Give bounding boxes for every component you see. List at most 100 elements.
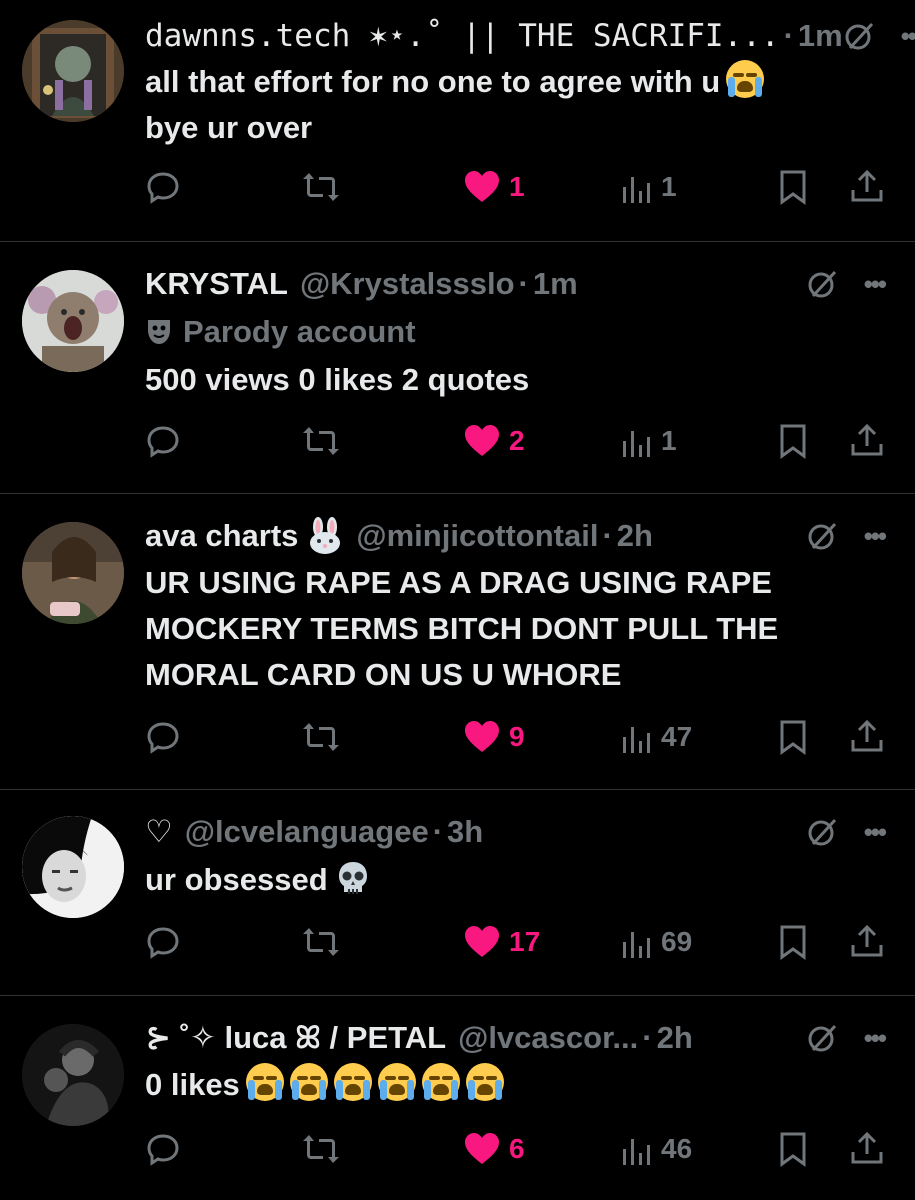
user-handle[interactable]: @lcvelanguagee bbox=[185, 812, 429, 852]
retweet-icon bbox=[303, 723, 339, 751]
tweet-4[interactable]: ♡ @lcvelanguagee · 3h ••• ur obsessed 17 bbox=[0, 790, 915, 996]
user-handle[interactable]: @minjicottontail bbox=[356, 516, 598, 556]
bookmark-icon bbox=[780, 170, 806, 205]
retweet-button[interactable] bbox=[301, 919, 341, 965]
bookmark-button[interactable] bbox=[777, 164, 809, 210]
views-button[interactable]: 1 bbox=[621, 418, 677, 464]
retweet-button[interactable] bbox=[301, 164, 341, 210]
grok-icon[interactable] bbox=[806, 268, 838, 300]
avatar[interactable] bbox=[22, 522, 124, 624]
share-button[interactable] bbox=[849, 919, 885, 965]
heart-filled-icon bbox=[465, 425, 499, 456]
avatar[interactable] bbox=[22, 20, 124, 122]
tweet-actions: 17 69 bbox=[145, 919, 895, 965]
retweet-icon bbox=[303, 427, 339, 455]
parody-mask-icon bbox=[148, 320, 170, 344]
display-name[interactable]: KRYSTAL bbox=[145, 264, 288, 304]
avatar[interactable] bbox=[22, 270, 124, 372]
reply-button[interactable] bbox=[145, 164, 181, 210]
display-name[interactable]: ava charts bbox=[145, 516, 298, 556]
bookmark-button[interactable] bbox=[777, 1126, 809, 1172]
more-options-icon[interactable]: ••• bbox=[864, 817, 887, 847]
tweet-header: ava charts @minjicottontail · 2h ••• bbox=[145, 516, 887, 556]
tweet-5[interactable]: ⊱ ˚✧ luca ꕤ / PETAL @lvcascor... · 2h ••… bbox=[0, 996, 915, 1200]
loudly-crying-emoji-icon bbox=[333, 1063, 372, 1101]
parody-label: Parody account bbox=[145, 312, 416, 352]
grok-icon[interactable] bbox=[806, 520, 838, 552]
views-button[interactable]: 46 bbox=[621, 1126, 692, 1172]
skull-emoji-icon bbox=[338, 862, 367, 894]
views-chart-icon bbox=[623, 727, 650, 753]
display-name[interactable]: dawnns.tech ✶⋆.˚ || THE SACRIFI... bbox=[145, 16, 780, 56]
tweet-actions: 6 46 bbox=[145, 1126, 895, 1172]
timestamp[interactable]: 1m bbox=[533, 264, 578, 304]
retweet-button[interactable] bbox=[301, 1126, 341, 1172]
tweet-header: ⊱ ˚✧ luca ꕤ / PETAL @lvcascor... · 2h ••… bbox=[145, 1018, 887, 1058]
views-button[interactable]: 69 bbox=[621, 919, 692, 965]
bookmark-icon bbox=[780, 424, 806, 459]
like-button[interactable]: 17 bbox=[463, 919, 540, 965]
view-count: 1 bbox=[661, 425, 677, 456]
grok-icon[interactable] bbox=[843, 20, 875, 52]
grok-icon[interactable] bbox=[806, 1022, 838, 1054]
user-handle[interactable]: @lvcascor... bbox=[458, 1018, 638, 1058]
more-options-icon[interactable]: ••• bbox=[864, 1023, 887, 1053]
tweet-2[interactable]: KRYSTAL @Krystalssslo · 1m ••• Parody ac… bbox=[0, 242, 915, 494]
share-icon bbox=[851, 719, 883, 752]
tweet-actions: 9 47 bbox=[145, 714, 895, 760]
reply-button[interactable] bbox=[145, 919, 181, 965]
loudly-crying-emoji-icon bbox=[245, 1063, 284, 1101]
views-button[interactable]: 47 bbox=[621, 714, 692, 760]
like-count: 9 bbox=[509, 721, 525, 752]
share-button[interactable] bbox=[849, 714, 885, 760]
tweet-actions: 1 1 bbox=[145, 164, 895, 210]
like-button[interactable]: 1 bbox=[463, 164, 525, 210]
display-name[interactable]: ⊱ ˚✧ luca ꕤ / PETAL bbox=[145, 1018, 446, 1058]
retweet-button[interactable] bbox=[301, 418, 341, 464]
rabbit-face-emoji-icon bbox=[310, 517, 341, 554]
reply-icon bbox=[147, 426, 179, 458]
reply-icon bbox=[147, 927, 179, 959]
more-options-icon[interactable]: ••• bbox=[864, 269, 887, 299]
user-handle[interactable]: @Krystalssslo bbox=[300, 264, 515, 304]
more-options-icon[interactable]: ••• bbox=[864, 521, 887, 551]
share-button[interactable] bbox=[849, 418, 885, 464]
share-icon bbox=[851, 924, 883, 957]
bookmark-button[interactable] bbox=[777, 418, 809, 464]
reply-icon bbox=[147, 1134, 179, 1166]
avatar[interactable] bbox=[22, 1024, 124, 1126]
like-button[interactable]: 2 bbox=[463, 418, 525, 464]
retweet-icon bbox=[303, 928, 339, 956]
like-button[interactable]: 6 bbox=[463, 1126, 525, 1172]
views-chart-icon bbox=[623, 932, 650, 958]
reply-button[interactable] bbox=[145, 1126, 181, 1172]
share-button[interactable] bbox=[849, 164, 885, 210]
bookmark-button[interactable] bbox=[777, 919, 809, 965]
timestamp[interactable]: 3h bbox=[447, 812, 483, 852]
views-chart-icon bbox=[623, 177, 650, 203]
loudly-crying-emoji-icon bbox=[421, 1063, 460, 1101]
bookmark-button[interactable] bbox=[777, 714, 809, 760]
display-name[interactable]: ♡ bbox=[145, 812, 173, 852]
views-button[interactable]: 1 bbox=[621, 164, 677, 210]
more-options-icon[interactable]: ••• bbox=[901, 21, 915, 51]
share-button[interactable] bbox=[849, 1126, 885, 1172]
reply-button[interactable] bbox=[145, 418, 181, 464]
timestamp[interactable]: 1m bbox=[798, 16, 843, 56]
tweet-3[interactable]: ava charts @minjicottontail · 2h ••• UR … bbox=[0, 494, 915, 790]
timestamp[interactable]: 2h bbox=[617, 516, 653, 556]
retweet-button[interactable] bbox=[301, 714, 341, 760]
views-chart-icon bbox=[623, 1139, 650, 1165]
tweet-text: ur obsessed bbox=[145, 857, 885, 903]
view-count: 47 bbox=[661, 721, 693, 752]
loudly-crying-emoji-icon bbox=[465, 1063, 504, 1101]
avatar[interactable] bbox=[22, 816, 124, 918]
reply-button[interactable] bbox=[145, 714, 181, 760]
grok-icon[interactable] bbox=[806, 816, 838, 848]
retweet-icon bbox=[303, 173, 339, 201]
tweet-text: 500 views 0 likes 2 quotes bbox=[145, 362, 530, 397]
like-button[interactable]: 9 bbox=[463, 714, 525, 760]
timestamp[interactable]: 2h bbox=[657, 1018, 693, 1058]
tweet-header: ♡ @lcvelanguagee · 3h ••• bbox=[145, 812, 887, 852]
tweet-1[interactable]: dawnns.tech ✶⋆.˚ || THE SACRIFI... · 1m … bbox=[0, 0, 915, 242]
